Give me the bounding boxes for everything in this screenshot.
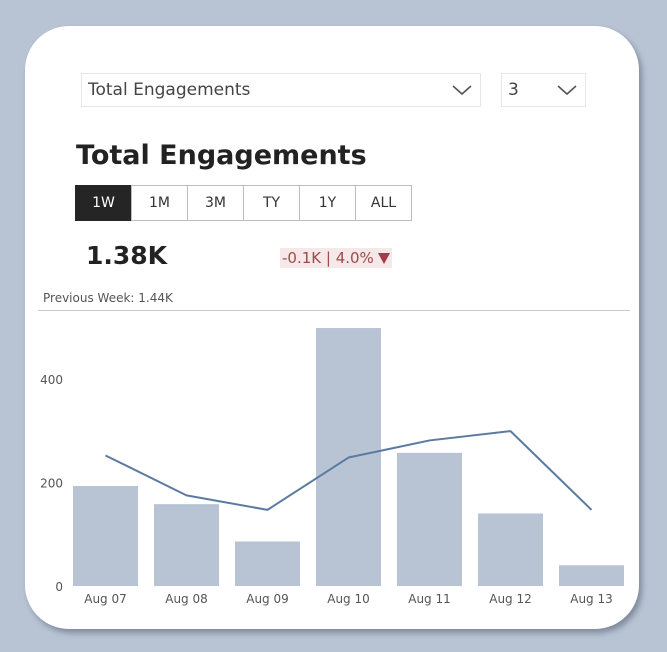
- y-tick-label: 200: [40, 476, 63, 490]
- chart-card: Total Engagements 3 Total Engagements 1W…: [25, 26, 639, 629]
- bar-line-chart: 0 200 400 Aug 07 Aug 08 Aug 09 Aug 10 Aug 11 Aug…: [40, 328, 624, 606]
- bar-aug-09[interactable]: [235, 541, 300, 586]
- bar-aug-07[interactable]: [73, 486, 138, 586]
- y-tick-label: 400: [40, 373, 63, 387]
- x-tick-label: Aug 09: [246, 592, 289, 606]
- kpi-change-text: -0.1K | 4.0%: [282, 249, 374, 267]
- chevron-down-icon: [452, 85, 472, 96]
- x-tick-label: Aug 10: [327, 592, 370, 606]
- x-tick-label: Aug 12: [489, 592, 532, 606]
- x-tick-label: Aug 07: [84, 592, 127, 606]
- x-tick-label: Aug 08: [165, 592, 208, 606]
- time-range-tabs: 1W 1M 3M TY 1Y ALL: [75, 185, 412, 221]
- y-tick-label: 0: [55, 580, 63, 594]
- chevron-down-icon: [557, 85, 577, 96]
- bar-aug-13[interactable]: [559, 565, 624, 586]
- tab-all[interactable]: ALL: [355, 185, 412, 221]
- previous-period-label: Previous Week: 1.44K: [43, 291, 173, 305]
- tab-1w[interactable]: 1W: [75, 185, 132, 221]
- x-tick-label: Aug 11: [408, 592, 451, 606]
- divider: [38, 310, 630, 311]
- tab-1m[interactable]: 1M: [131, 185, 188, 221]
- count-dropdown-value: 3: [508, 80, 519, 100]
- tab-ty[interactable]: TY: [243, 185, 300, 221]
- kpi-value: 1.38K: [86, 241, 168, 270]
- bar-aug-12[interactable]: [478, 513, 543, 586]
- count-dropdown[interactable]: 3: [501, 73, 586, 107]
- tab-1y[interactable]: 1Y: [299, 185, 356, 221]
- metric-dropdown-value: Total Engagements: [88, 80, 251, 100]
- metric-dropdown[interactable]: Total Engagements: [81, 73, 481, 107]
- page-title: Total Engagements: [76, 140, 367, 171]
- kpi-change-badge: -0.1K | 4.0%: [280, 248, 392, 268]
- bar-aug-11[interactable]: [397, 452, 462, 586]
- down-arrow-icon: [377, 252, 390, 264]
- bar-aug-08[interactable]: [154, 504, 219, 586]
- x-tick-label: Aug 13: [570, 592, 613, 606]
- tab-3m[interactable]: 3M: [187, 185, 244, 221]
